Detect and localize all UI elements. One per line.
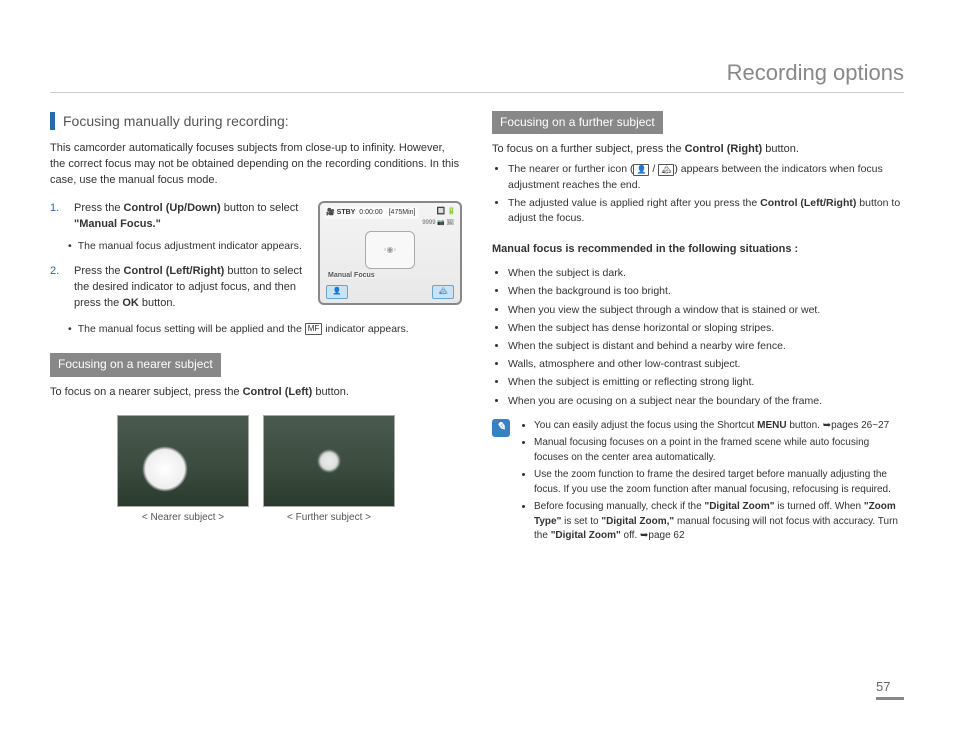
lcd-far-icon: 🏔 xyxy=(432,285,454,299)
nearer-heading: Focusing on a nearer subject xyxy=(50,353,221,376)
lcd-mode-label: Manual Focus xyxy=(328,271,375,281)
nearer-caption: < Nearer subject > xyxy=(117,511,249,526)
note-icon: ✎ xyxy=(492,419,510,437)
example-images: < Nearer subject > < Further subject > xyxy=(50,415,462,526)
lcd-top-right-icons: 🔲🔋 xyxy=(437,207,456,217)
manual-focus-icon: MF xyxy=(305,323,323,335)
list-item: When the subject is distant and behind a… xyxy=(508,339,904,354)
right-column: Focusing on a further subject To focus o… xyxy=(492,111,904,690)
content-columns: Focusing manually during recording: This… xyxy=(50,111,904,690)
further-bullets: The nearer or further icon (👤 / 🏔) appea… xyxy=(492,162,904,226)
nearer-image-block: < Nearer subject > xyxy=(117,415,249,526)
nearer-text: To focus on a nearer subject, press the … xyxy=(50,385,462,401)
step-2-sub: • The manual focus setting will be appli… xyxy=(68,322,462,337)
section-heading: Focusing manually during recording: xyxy=(50,111,462,131)
further-image xyxy=(263,415,395,507)
nearer-image xyxy=(117,415,249,507)
page-number: 57 xyxy=(876,679,904,700)
step-number: 1. xyxy=(50,201,64,233)
far-subject-icon: 🏔 xyxy=(658,164,674,176)
lcd-near-icon: 👤 xyxy=(326,285,348,299)
near-subject-icon: 👤 xyxy=(633,164,649,176)
intro-paragraph: This camcorder automatically focuses sub… xyxy=(50,141,462,189)
list-item: When the subject is emitting or reflecti… xyxy=(508,375,904,390)
list-item: You can easily adjust the focus using th… xyxy=(534,419,904,434)
further-caption: < Further subject > xyxy=(263,511,395,526)
list-item: Before focusing manually, check if the "… xyxy=(534,500,904,544)
left-column: Focusing manually during recording: This… xyxy=(50,111,462,690)
list-item: Manual focusing focuses on a point in th… xyxy=(534,436,904,465)
list-item: Use the zoom function to frame the desir… xyxy=(534,468,904,497)
step-number: 2. xyxy=(50,264,64,312)
step-2: 2. Press the Control (Left/Right) button… xyxy=(50,264,310,312)
lcd-dpad-icon: ◦◉◦ xyxy=(365,231,415,269)
step-body: Press the Control (Up/Down) button to se… xyxy=(74,201,310,233)
list-item: When you view the subject through a wind… xyxy=(508,303,904,318)
lcd-preview-figure: 🎥 STBY 0:00:00 [475Min] 🔲🔋 9999 📷 🖼 ◦◉◦ … xyxy=(318,201,462,305)
heading-bar-icon xyxy=(50,112,55,130)
list-item: The nearer or further icon (👤 / 🏔) appea… xyxy=(508,162,904,192)
step-1-sub: •The manual focus adjustment indicator a… xyxy=(68,239,310,254)
note-body: You can easily adjust the focus using th… xyxy=(520,419,904,547)
list-item: The adjusted value is applied right afte… xyxy=(508,196,904,226)
further-image-block: < Further subject > xyxy=(263,415,395,526)
list-item: When the subject has dense horizontal or… xyxy=(508,321,904,336)
page-title: Recording options xyxy=(50,60,904,93)
section-title-text: Focusing manually during recording: xyxy=(63,111,289,131)
recommend-title: Manual focus is recommended in the follo… xyxy=(492,242,904,258)
step-1: 1. Press the Control (Up/Down) button to… xyxy=(50,201,310,233)
list-item: When the background is too bright. xyxy=(508,284,904,299)
list-item: When the subject is dark. xyxy=(508,266,904,281)
note-block: ✎ You can easily adjust the focus using … xyxy=(492,419,904,547)
step-body: Press the Control (Left/Right) button to… xyxy=(74,264,310,312)
further-text: To focus on a further subject, press the… xyxy=(492,142,904,158)
lcd-stby: 🎥 STBY 0:00:00 [475Min] xyxy=(324,207,419,219)
situations-list: When the subject is dark. When the backg… xyxy=(492,266,904,409)
list-item: When you are ocusing on a subject near t… xyxy=(508,394,904,409)
list-item: Walls, atmosphere and other low-contrast… xyxy=(508,357,904,372)
lcd-info: 9999 📷 🖼 xyxy=(422,219,454,228)
page-number-bar-icon xyxy=(876,697,904,700)
further-heading: Focusing on a further subject xyxy=(492,111,663,134)
